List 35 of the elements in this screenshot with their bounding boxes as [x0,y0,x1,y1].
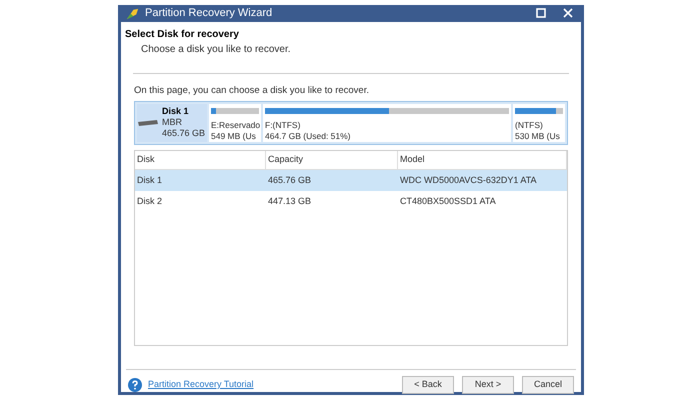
page-subtitle: Choose a disk you like to recover. [140,42,292,56]
wizard-button[interactable]: Cancel [522,376,574,394]
partition-label: F:(NTFS) [265,120,302,131]
disk-summary[interactable]: Disk 1 MBR 465.76 GB [137,104,207,142]
column-header[interactable]: Capacity [266,150,398,169]
intro-text: On this page, you can choose a disk you like to recover. [134,84,370,98]
help-icon[interactable] [128,378,142,392]
table-cell-text: Disk 1 [136,174,164,186]
window-title: Partition Recovery Wizard [145,6,272,21]
wizard-button[interactable]: Next > [462,376,514,394]
table-cell-text: Disk 2 [136,194,164,208]
partition-size: 464.7 GB (Used: 51%) [265,130,352,142]
drive-icon [137,118,159,127]
partition-block[interactable]: F:(NTFS) 464.7 GB (Used: 51%) [263,104,511,142]
tutorial-link[interactable]: Partition Recovery Tutorial [148,378,254,392]
table-cell-text: WDC WD5000AVCS-632DY1 ATA [399,174,538,186]
disk-scheme: MBR [162,117,183,128]
close-icon[interactable] [563,8,573,18]
table-row[interactable]: Disk 1 465.76 GB WDC WD5000AVCS-632DY1 ATA [135,170,567,191]
table-cell-text: 465.76 GB [267,174,312,186]
table-cell-text: 447.13 GB [267,194,312,208]
column-header[interactable]: Disk [135,150,266,169]
partition-size: 549 MB (Us [211,130,257,142]
partition-label: E:Reservado [211,120,259,131]
maximize-icon[interactable] [536,8,546,18]
wizard-button[interactable]: < Back [402,376,454,394]
partition-block[interactable]: (NTFS) 530 MB (Us [513,104,565,142]
partition-size: 530 MB (Us [515,130,561,142]
partition-block[interactable]: E:Reservado 549 MB (Us [209,104,261,142]
column-header[interactable]: Model [398,150,567,169]
partition-label: (NTFS) [515,120,544,131]
disk-size: 465.76 GB [162,128,206,140]
disk-name: Disk 1 [162,106,190,118]
page-title: Select Disk for recovery [125,28,240,42]
table-cell-text: CT480BX500SSD1 ATA [399,194,497,208]
